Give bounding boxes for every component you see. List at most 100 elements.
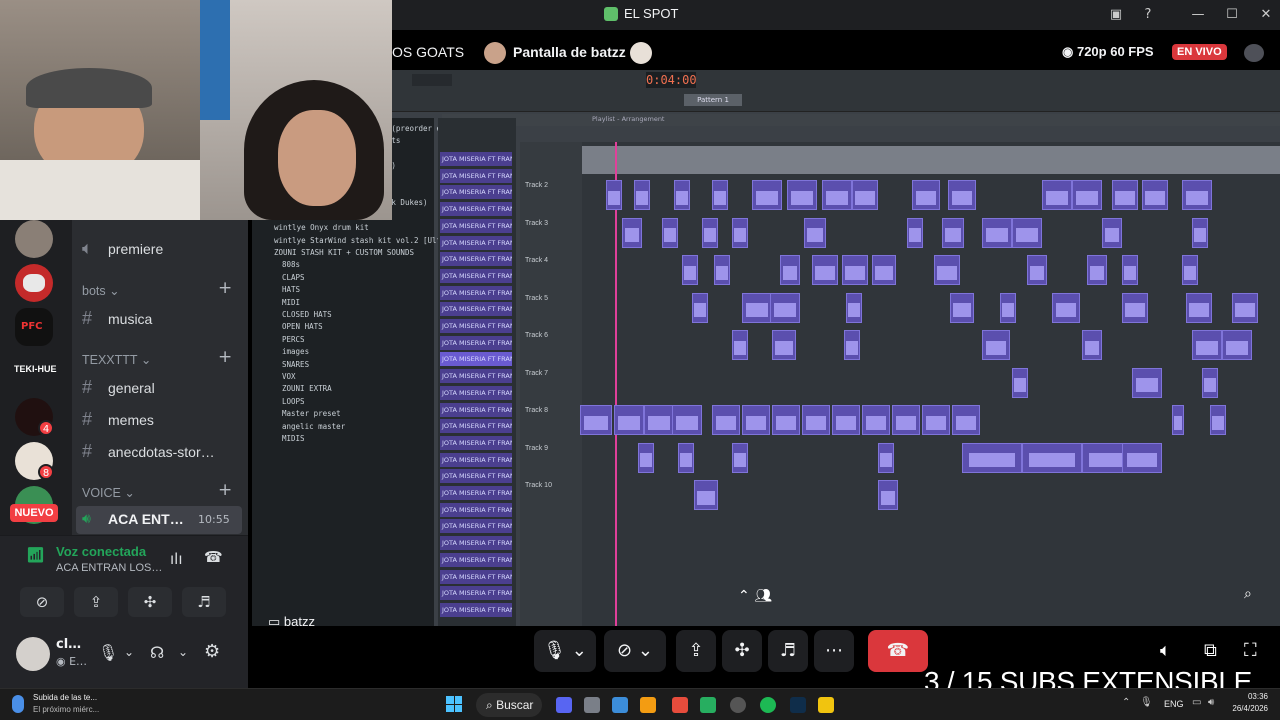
channel-memes[interactable]: # memes xyxy=(82,409,154,430)
network-icon[interactable]: ▭ xyxy=(1192,697,1201,708)
popout-controls[interactable]: ⌃ 👥︎ xyxy=(738,588,808,610)
audio-clip[interactable] xyxy=(1027,255,1047,285)
category-voice[interactable]: VOICE ⌄ xyxy=(82,485,135,500)
audio-clip[interactable] xyxy=(742,405,770,435)
audio-clip[interactable] xyxy=(934,255,960,285)
spotify-icon[interactable] xyxy=(760,697,776,713)
audio-clip[interactable] xyxy=(634,180,650,210)
track-label[interactable]: Track 4 xyxy=(525,257,548,264)
audio-clip[interactable] xyxy=(922,405,950,435)
channel-rack-item[interactable]: JOTA MISERIA FT FRANCH... xyxy=(440,536,512,551)
channel-rack-item[interactable]: JOTA MISERIA FT FRANCH... xyxy=(440,435,512,450)
audio-clip[interactable] xyxy=(912,180,940,210)
disconnect-icon[interactable]: ☎ xyxy=(204,548,223,566)
audio-clip[interactable] xyxy=(1192,330,1222,360)
browser-item[interactable]: VOX xyxy=(282,372,296,381)
language-indicator[interactable]: ENG xyxy=(1164,699,1184,709)
screen-share-button[interactable]: ⇪ xyxy=(74,587,118,617)
maximize-button[interactable]: ☐ xyxy=(1220,4,1244,26)
activities-button[interactable]: ✣ xyxy=(722,630,762,672)
audio-clip[interactable] xyxy=(732,330,748,360)
notification-subtitle[interactable]: El próximo miérc... xyxy=(33,705,99,714)
channel-rack-item[interactable]: JOTA MISERIA FT FRANCH... xyxy=(440,586,512,601)
track-label[interactable]: Track 6 xyxy=(525,332,548,339)
audio-clip[interactable] xyxy=(1012,217,1042,248)
audio-clip[interactable] xyxy=(644,405,674,435)
minimize-button[interactable]: — xyxy=(1186,4,1210,26)
audio-clip[interactable] xyxy=(950,292,974,323)
voice-status[interactable]: Voz conectada xyxy=(56,544,146,559)
fl-tempo[interactable] xyxy=(412,74,452,86)
audio-clip[interactable] xyxy=(1132,367,1162,398)
browser-item[interactable]: Master preset xyxy=(282,409,341,418)
add-channel-icon[interactable]: + xyxy=(218,347,232,367)
channel-rack-item[interactable]: JOTA MISERIA FT FRANCH... xyxy=(440,218,512,233)
audio-clip[interactable] xyxy=(787,180,817,210)
soundboard-button[interactable]: ♬ xyxy=(768,630,808,672)
clock-date[interactable]: 26/4/2026 xyxy=(1228,704,1268,713)
category-texxttt[interactable]: TEXXTTT ⌄ xyxy=(82,352,151,367)
settings-icon[interactable] xyxy=(584,697,600,713)
channel-rack-item[interactable]: JOTA MISERIA FT FRANCH... xyxy=(440,152,512,166)
headphones-icon[interactable]: ☊ xyxy=(150,643,164,662)
audio-clip[interactable] xyxy=(672,405,702,435)
volume-icon[interactable]: 🔈︎ xyxy=(1160,640,1171,661)
browser-item[interactable]: MIDI xyxy=(282,298,300,307)
category-bots[interactable]: bots ⌄ xyxy=(82,283,120,298)
audio-clip[interactable] xyxy=(1122,292,1148,323)
track-label[interactable]: Track 10 xyxy=(525,482,552,489)
zoom-icon[interactable]: ⌕ xyxy=(1244,586,1264,606)
audio-clip[interactable] xyxy=(1022,442,1082,473)
audio-clip[interactable] xyxy=(802,405,830,435)
add-channel-icon[interactable]: + xyxy=(218,278,232,298)
audio-clip[interactable] xyxy=(852,180,878,210)
channel-premiere[interactable]: 🔈︎ premiere xyxy=(82,238,163,259)
browser-item[interactable]: 808s xyxy=(282,260,300,269)
audio-clip[interactable] xyxy=(1192,217,1208,248)
channel-rack-item[interactable]: JOTA MISERIA FT FRANCH... xyxy=(440,185,512,200)
audio-clip[interactable] xyxy=(872,255,896,285)
audio-clip[interactable] xyxy=(1122,442,1162,473)
audio-clip[interactable] xyxy=(702,217,718,248)
browser-item[interactable]: HATS xyxy=(282,285,300,294)
windows-start-icon[interactable] xyxy=(446,696,462,712)
webcam-user-1[interactable] xyxy=(0,0,200,220)
notification-title[interactable]: Subida de las te... xyxy=(33,693,97,702)
audio-clip[interactable] xyxy=(942,217,964,248)
audio-clip[interactable] xyxy=(732,217,748,248)
volume-tray-icon[interactable]: 🔊︎ xyxy=(1208,697,1214,708)
channel-rack-item[interactable]: JOTA MISERIA FT FRANCH... xyxy=(440,268,512,283)
audio-clip[interactable] xyxy=(892,405,920,435)
chevron-up-icon[interactable]: ⌃ xyxy=(1122,697,1130,708)
clock-time[interactable]: 03:36 xyxy=(1228,692,1268,701)
track-label[interactable]: Track 2 xyxy=(525,182,548,189)
gear-icon[interactable]: ⚙ xyxy=(204,641,220,662)
browser-item[interactable]: wintlye Onyx drum kit xyxy=(274,223,369,232)
add-channel-icon[interactable]: + xyxy=(218,480,232,500)
chevron-down-icon[interactable]: ⌄ xyxy=(124,645,134,659)
excel-icon[interactable] xyxy=(700,697,716,713)
audio-clip[interactable] xyxy=(862,405,890,435)
channel-rack-item[interactable]: JOTA MISERIA FT FRANCH... xyxy=(440,335,512,350)
audio-clip[interactable] xyxy=(712,180,728,210)
participants-icon[interactable]: 👥︎ xyxy=(754,588,772,604)
popout-icon[interactable]: ⧉ xyxy=(1204,640,1217,661)
audio-clip[interactable] xyxy=(812,255,838,285)
audio-clip[interactable] xyxy=(638,442,654,473)
audio-clip[interactable] xyxy=(692,292,708,323)
audio-clip[interactable] xyxy=(1072,180,1102,210)
channel-rack-item[interactable]: JOTA MISERIA FT FRANCH... xyxy=(440,569,512,584)
audio-clip[interactable] xyxy=(842,255,868,285)
username[interactable]: cl… xyxy=(56,637,81,652)
voice-channel-name[interactable]: ACA ENTRAN LOS… xyxy=(56,562,162,574)
channel-rack-item[interactable]: JOTA MISERIA FT FRANCH... xyxy=(440,419,512,434)
audio-clip[interactable] xyxy=(844,330,860,360)
inbox-icon[interactable]: ▣ xyxy=(1104,4,1128,26)
audio-clip[interactable] xyxy=(982,217,1012,248)
channel-rack-item[interactable]: JOTA MISERIA FT FRANCH... xyxy=(440,486,512,500)
file-explorer-icon[interactable] xyxy=(818,697,834,713)
browser-item[interactable]: LOOPS xyxy=(282,397,305,406)
webcam-user-2[interactable] xyxy=(200,0,392,220)
microphone-icon[interactable]: 🎙︎ xyxy=(98,643,118,662)
server-icon-angry-bird[interactable] xyxy=(15,264,53,302)
